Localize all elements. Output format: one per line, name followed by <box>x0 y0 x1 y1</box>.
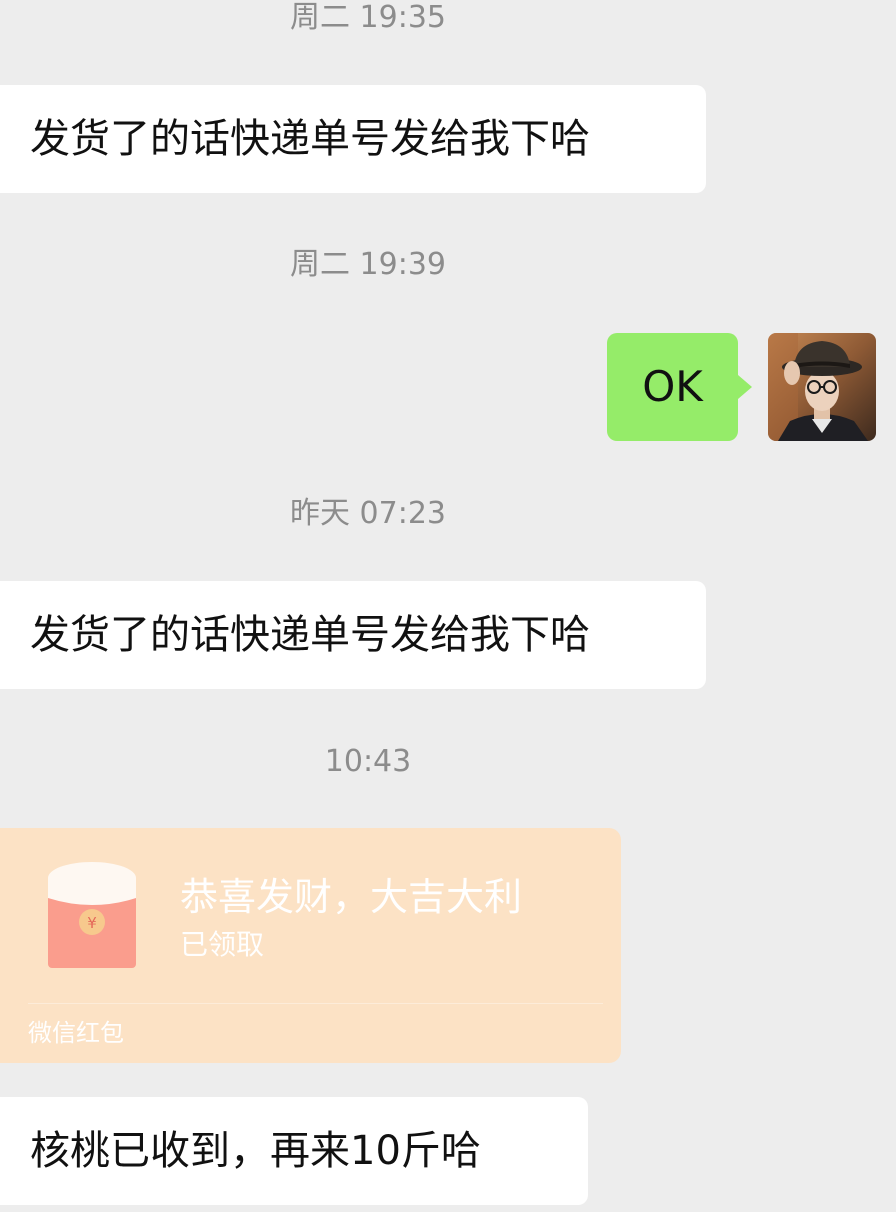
timestamp: 昨天 07:23 <box>290 496 446 531</box>
avatar[interactable] <box>768 333 876 441</box>
message-text: OK <box>642 362 703 411</box>
incoming-message-bubble[interactable]: 核桃已收到，再来10斤哈 <box>0 1097 588 1205</box>
red-packet-divider <box>28 1003 603 1004</box>
red-envelope-icon: ¥ <box>48 862 136 968</box>
timestamp: 10:43 <box>324 744 412 779</box>
incoming-message-bubble[interactable]: 发货了的话快递单号发给我下哈 <box>0 85 706 193</box>
timestamp: 周二 19:35 <box>290 0 446 35</box>
red-packet-status: 已领取 <box>180 928 265 961</box>
timestamp: 周二 19:39 <box>290 247 446 282</box>
yuan-symbol: ¥ <box>87 914 97 932</box>
message-text: 发货了的话快递单号发给我下哈 <box>30 116 590 162</box>
red-packet-footer: 微信红包 <box>28 1019 124 1047</box>
user-avatar-image <box>768 333 876 441</box>
incoming-message-bubble[interactable]: 发货了的话快递单号发给我下哈 <box>0 581 706 689</box>
bubble-tail <box>738 375 752 399</box>
message-text: 发货了的话快递单号发给我下哈 <box>30 612 590 658</box>
red-packet-title: 恭喜发财，大吉大利 <box>180 875 523 919</box>
outgoing-message-bubble[interactable]: OK <box>607 333 752 441</box>
message-text: 核桃已收到，再来10斤哈 <box>30 1128 481 1174</box>
